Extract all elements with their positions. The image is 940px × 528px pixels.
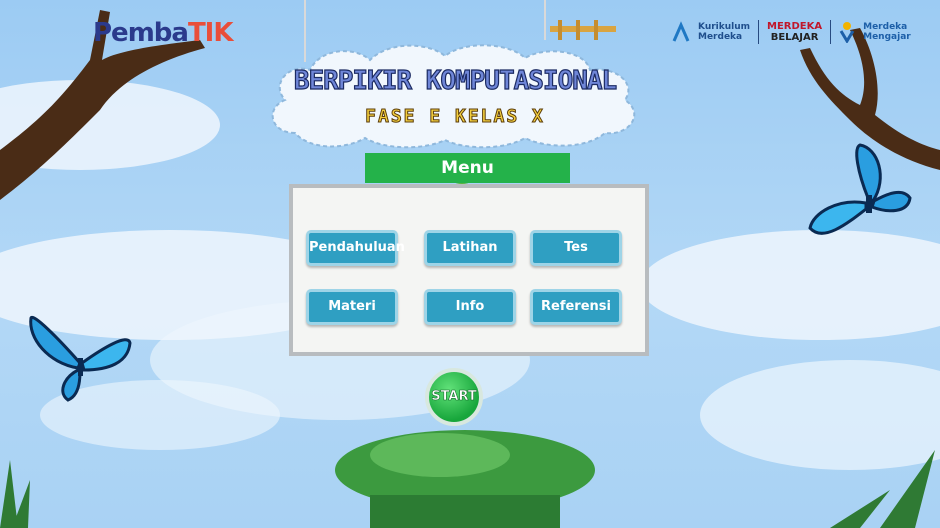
materi-button[interactable]: Materi [306,289,398,325]
merdeka-belajar-line2: BELAJAR [770,32,819,43]
kurikulum-merdeka-line1: Kurikulum [698,22,751,32]
game-subtitle: FASE E KELAS X [365,106,545,128]
hanging-string [544,0,546,40]
merdeka-mengajar-logo: Merdeka Mengajar [863,22,911,42]
merdeka-mengajar-icon [839,22,855,43]
grass-left [0,460,30,528]
grass-right [830,450,935,528]
pembatik-logo: PembaTIK [93,18,233,48]
kurikulum-merdeka-icon [672,21,690,42]
referensi-button[interactable]: Referensi [530,289,622,325]
menu-header: Menu [365,153,570,183]
info-button[interactable]: Info [424,289,516,325]
butterfly-right [808,143,912,235]
merdeka-belajar-logo: MERDEKA BELAJAR [767,21,822,43]
merdeka-mengajar-line2: Mengajar [863,32,911,42]
logo-separator [758,20,760,44]
logo-separator [830,20,832,44]
pendahuluan-button[interactable]: Pendahuluan [306,230,405,266]
game-stage: PembaTIK Kurikulum Merdeka MERDEKA BELAJ… [0,0,940,528]
kurikulum-merdeka-line2: Merdeka [698,32,743,42]
merdeka-belajar-line1: MERDEKA [767,21,823,32]
tes-button[interactable]: Tes [530,230,622,266]
latihan-button[interactable]: Latihan [424,230,516,266]
merdeka-mengajar-line1: Merdeka [863,22,908,32]
game-title: BERPIKIR KOMPUTASIONAL [293,65,618,96]
logo-text-left: Pemba [93,18,189,48]
logo-text-right: TIK [187,18,234,48]
start-button[interactable]: START [425,368,483,426]
butterfly-left [29,315,132,402]
menu-panel: Pendahuluan Latihan Tes Materi Info Refe… [289,184,649,356]
kurikulum-merdeka-logo: Kurikulum Merdeka [698,22,750,42]
title-cloud: BERPIKIR KOMPUTASIONAL FASE E KELAS X [265,38,645,150]
partner-logos: Kurikulum Merdeka MERDEKA BELAJAR Merdek… [672,18,911,46]
green-bush [335,430,595,528]
